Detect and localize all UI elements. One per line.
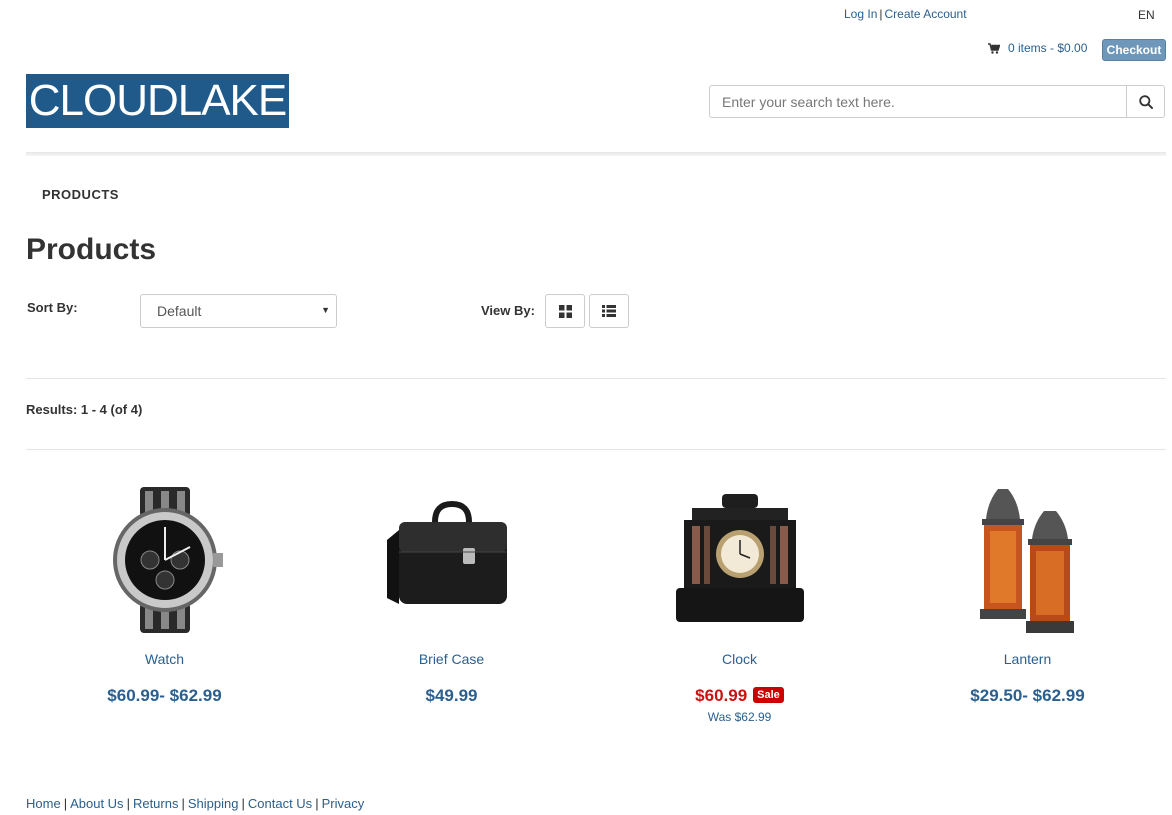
sort-value: Default bbox=[157, 303, 202, 319]
list-icon bbox=[602, 305, 616, 317]
briefcase-icon bbox=[386, 500, 507, 604]
product-image[interactable] bbox=[884, 480, 1171, 640]
sort-select[interactable]: Default ▼ bbox=[140, 294, 337, 328]
page-title: Products bbox=[26, 233, 157, 266]
product-name[interactable]: Lantern bbox=[884, 651, 1171, 667]
footer-separator: | bbox=[63, 796, 68, 811]
search-input[interactable] bbox=[709, 85, 1127, 118]
account-links: Log In | Create Account bbox=[844, 7, 967, 21]
product-sale-price: $60.99 bbox=[695, 686, 748, 705]
footer-links: Home | About Us | Returns | Shipping | Contact U… bbox=[26, 796, 364, 811]
chevron-down-icon: ▼ bbox=[321, 305, 330, 315]
product-image[interactable] bbox=[21, 480, 308, 640]
grid-icon bbox=[558, 304, 572, 318]
product-image[interactable] bbox=[308, 480, 595, 640]
footer-link-returns[interactable]: Returns bbox=[133, 796, 179, 811]
product-was-price: Was $62.99 bbox=[707, 710, 772, 724]
sort-label: Sort By: bbox=[27, 300, 78, 315]
product-image[interactable] bbox=[596, 480, 883, 640]
login-link[interactable]: Log In bbox=[844, 7, 877, 21]
cart-icon bbox=[988, 42, 1000, 54]
product-price: $60.99- $62.99 bbox=[107, 686, 222, 705]
footer-link-shipping[interactable]: Shipping bbox=[188, 796, 239, 811]
nav-products[interactable]: PRODUCTS bbox=[42, 187, 119, 202]
footer-separator: | bbox=[241, 796, 245, 811]
grid-view-button[interactable] bbox=[545, 294, 585, 328]
footer-link-about[interactable]: About Us bbox=[70, 796, 123, 811]
create-account-link[interactable]: Create Account bbox=[885, 7, 967, 21]
product-name[interactable]: Brief Case bbox=[308, 651, 595, 667]
footer-separator: | bbox=[126, 796, 130, 811]
results-count: Results: 1 - 4 (of 4) bbox=[26, 402, 143, 417]
footer-separator: | bbox=[181, 796, 185, 811]
header-divider bbox=[26, 152, 1166, 156]
cart-text: 0 items - $0.00 bbox=[1008, 41, 1088, 55]
checkout-button[interactable]: Checkout bbox=[1102, 39, 1166, 61]
search-button[interactable] bbox=[1126, 85, 1165, 118]
footer-link-contact[interactable]: Contact Us bbox=[248, 796, 312, 811]
link-separator: | bbox=[879, 7, 883, 21]
product-name[interactable]: Clock bbox=[596, 651, 883, 667]
product-card: Lantern $29.50- $62.99 bbox=[884, 480, 1171, 706]
logo-text: CLOUDLAKE bbox=[28, 76, 288, 125]
logo[interactable]: CLOUDLAKE bbox=[26, 74, 289, 128]
language-selector[interactable]: EN bbox=[1138, 8, 1155, 22]
footer-separator: | bbox=[315, 796, 319, 811]
product-price: $49.99 bbox=[425, 686, 478, 705]
cart-summary[interactable]: 0 items - $0.00 bbox=[988, 41, 1087, 55]
divider bbox=[26, 378, 1166, 379]
footer-link-home[interactable]: Home bbox=[26, 796, 61, 811]
product-price: $29.50- $62.99 bbox=[970, 686, 1085, 705]
watch-icon bbox=[112, 487, 223, 633]
search-icon bbox=[1138, 94, 1153, 109]
clock-icon bbox=[675, 494, 804, 622]
lantern-icon bbox=[979, 489, 1074, 633]
divider bbox=[26, 449, 1166, 450]
product-card: Brief Case $49.99 bbox=[308, 480, 595, 706]
view-label: View By: bbox=[481, 303, 535, 318]
footer-link-privacy[interactable]: Privacy bbox=[322, 796, 365, 811]
product-card: Watch $60.99- $62.99 bbox=[21, 480, 308, 706]
sale-badge: Sale bbox=[753, 687, 784, 703]
product-card: Clock $60.99 Sale Was $62.99 bbox=[596, 480, 883, 724]
list-view-button[interactable] bbox=[589, 294, 629, 328]
product-name[interactable]: Watch bbox=[21, 651, 308, 667]
